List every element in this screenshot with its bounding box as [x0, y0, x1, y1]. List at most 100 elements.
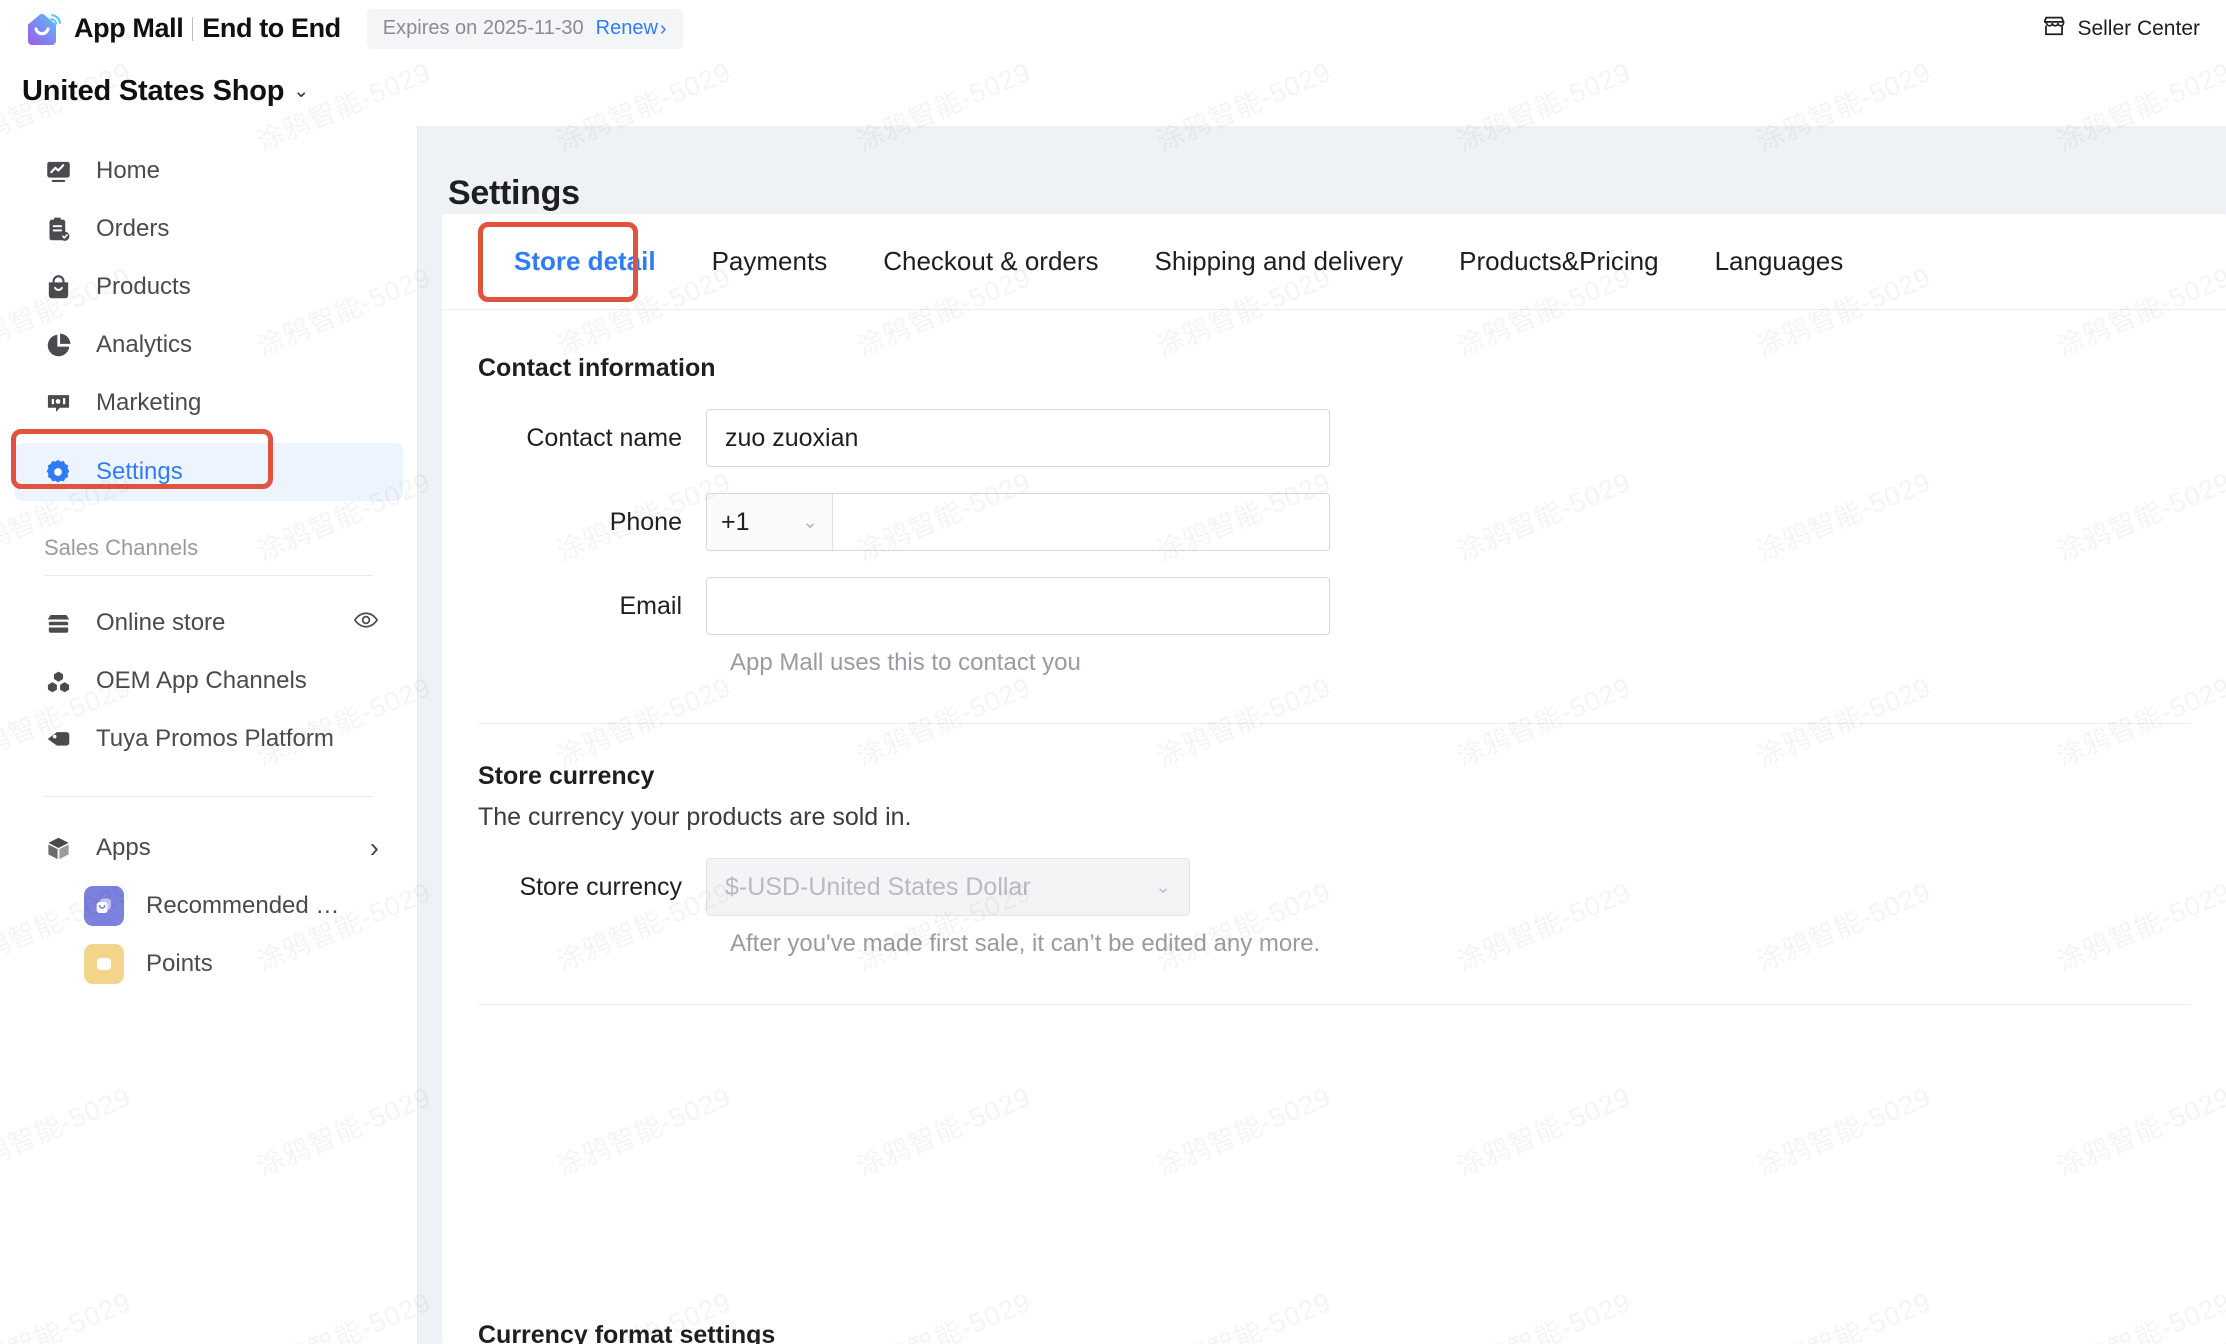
shop-selector-bar: United States Shop ⌄	[0, 57, 2226, 126]
store-currency-subtitle: The currency your products are sold in.	[478, 803, 912, 831]
sidebar-item-label: Home	[96, 157, 161, 184]
chart-monitor-icon	[44, 157, 72, 185]
tab-payments[interactable]: Payments	[684, 214, 856, 310]
sidebar-item-products[interactable]: Products	[14, 258, 403, 316]
tab-languages[interactable]: Languages	[1687, 214, 1872, 310]
sidebar-item-label: OEM App Channels	[96, 667, 307, 694]
sidebar-item-analytics[interactable]: Analytics	[14, 316, 403, 374]
section-divider-currency-format	[478, 1004, 2190, 1005]
expiry-badge: Expires on 2025-11-30 Renew ›	[366, 8, 683, 49]
tab-products-pricing[interactable]: Products&Pricing	[1431, 214, 1686, 310]
tab-label: Payments	[711, 246, 828, 276]
chevron-right-icon: ›	[369, 832, 379, 863]
sidebar-section-label: Sales Channels	[44, 535, 199, 560]
store-currency-value: $-USD-United States Dollar	[725, 872, 1031, 901]
email-helper-text: App Mall uses this to contact you	[730, 649, 1081, 676]
shop-name-label: United States Shop	[22, 75, 285, 107]
sidebar-item-label: Online store	[96, 609, 226, 636]
megaphone-bubble-icon	[44, 389, 72, 417]
seller-center-button[interactable]: Seller Center	[2041, 13, 2200, 45]
country-code-select[interactable]: +1 ⌄	[707, 494, 833, 550]
brand-separator	[192, 16, 194, 41]
settings-card: Store detail Payments Checkout & orders …	[442, 214, 2226, 1344]
shopping-bag-icon	[44, 273, 72, 301]
store-currency-row: Store currency $-USD-United States Dolla…	[478, 858, 2226, 916]
store-currency-label: Store currency	[519, 872, 682, 901]
tab-store-detail[interactable]: Store detail	[486, 214, 684, 310]
phone-field-group: +1 ⌄	[706, 493, 1330, 551]
chevron-down-icon: ⌄	[802, 511, 818, 533]
app-stack-icon	[84, 886, 124, 926]
contact-name-value: zuo zuoxian	[725, 423, 859, 452]
chevron-down-icon: ⌄	[293, 81, 309, 102]
top-bar: App Mall End to End Expires on 2025-11-3…	[0, 0, 2226, 57]
gear-icon	[44, 458, 72, 486]
sidebar-item-settings[interactable]: Settings	[14, 443, 403, 501]
contact-name-row: Contact name zuo zuoxian	[478, 409, 2226, 467]
chevron-down-icon: ⌄	[1155, 876, 1171, 898]
store-currency-title: Store currency	[478, 762, 655, 790]
sidebar-bottom-fade	[0, 1284, 416, 1344]
sidebar-item-apps[interactable]: Apps ›	[14, 819, 403, 877]
sidebar-item-label: Marketing	[96, 389, 202, 416]
clipboard-check-icon	[44, 215, 72, 243]
email-row: Email	[478, 577, 2226, 635]
sidebar-item-home[interactable]: Home	[14, 142, 403, 200]
sidebar-item-label: Analytics	[96, 331, 193, 358]
tab-label: Store detail	[514, 246, 656, 276]
sidebar-item-label: Tuya Promos Platform	[96, 725, 334, 752]
brand-title: App Mall End to End	[74, 13, 341, 44]
main-content: Settings Store detail Payments Checkout …	[418, 126, 2226, 1344]
chevron-right-icon: ›	[659, 17, 667, 40]
sidebar-item-label: Apps	[96, 834, 151, 861]
sidebar-item-orders[interactable]: Orders	[14, 200, 403, 258]
store-detail-form: Contact information Contact name zuo zuo…	[442, 310, 2226, 1005]
shop-selector[interactable]: United States Shop ⌄	[22, 75, 309, 108]
sidebar-item-label: Orders	[96, 215, 170, 242]
contact-information-title: Contact information	[478, 354, 716, 382]
store-currency-helper-text: After you've made first sale, it can’t b…	[730, 930, 1321, 957]
email-label: Email	[619, 591, 682, 620]
pie-chart-icon	[44, 331, 72, 359]
eye-icon[interactable]	[353, 607, 379, 640]
storefront-icon	[2041, 13, 2067, 45]
renew-button[interactable]: Renew ›	[596, 17, 667, 40]
sidebar-item-label: Settings	[96, 458, 183, 485]
points-icon	[84, 944, 124, 984]
renew-label: Renew	[595, 17, 658, 39]
sidebar-app-label: Recommended …	[146, 892, 340, 919]
brand-name: App Mall	[74, 13, 184, 43]
tag-icon	[44, 725, 72, 753]
email-input[interactable]	[706, 577, 1330, 635]
sidebar-item-tuya-promos-platform[interactable]: Tuya Promos Platform	[14, 710, 403, 768]
nodes-icon	[44, 667, 72, 695]
currency-format-settings-title: Currency format settings	[478, 1321, 776, 1344]
phone-number-input[interactable]	[833, 494, 1329, 550]
brand-logo[interactable]: App Mall End to End	[22, 9, 341, 49]
sidebar-app-recommended[interactable]: Recommended …	[14, 877, 403, 935]
sidebar-item-online-store[interactable]: Online store	[14, 594, 403, 652]
seller-center-label: Seller Center	[2077, 16, 2200, 40]
tab-label: Languages	[1714, 246, 1844, 276]
sidebar-item-oem-app-channels[interactable]: OEM App Channels	[14, 652, 403, 710]
page-title: Settings	[448, 174, 580, 212]
box-icon	[44, 834, 72, 862]
contact-name-label: Contact name	[526, 423, 682, 452]
contact-name-input[interactable]: zuo zuoxian	[706, 409, 1330, 467]
sidebar-item-marketing[interactable]: Marketing	[14, 374, 403, 432]
settings-tabs: Store detail Payments Checkout & orders …	[442, 214, 2226, 310]
store-icon	[44, 609, 72, 637]
country-code-value: +1	[721, 507, 750, 536]
sidebar-app-points[interactable]: Points	[14, 935, 403, 993]
tab-shipping-delivery[interactable]: Shipping and delivery	[1127, 214, 1432, 310]
tab-checkout-orders[interactable]: Checkout & orders	[855, 214, 1126, 310]
tab-label: Shipping and delivery	[1154, 246, 1404, 276]
sidebar-app-label: Points	[146, 950, 213, 977]
sidebar-item-label: Products	[96, 273, 191, 300]
store-currency-select[interactable]: $-USD-United States Dollar ⌄	[706, 858, 1190, 916]
phone-label: Phone	[609, 507, 682, 536]
tab-label: Products&Pricing	[1459, 246, 1659, 276]
brand-suffix: End to End	[202, 13, 341, 43]
expiry-text: Expires on 2025-11-30	[382, 17, 584, 39]
